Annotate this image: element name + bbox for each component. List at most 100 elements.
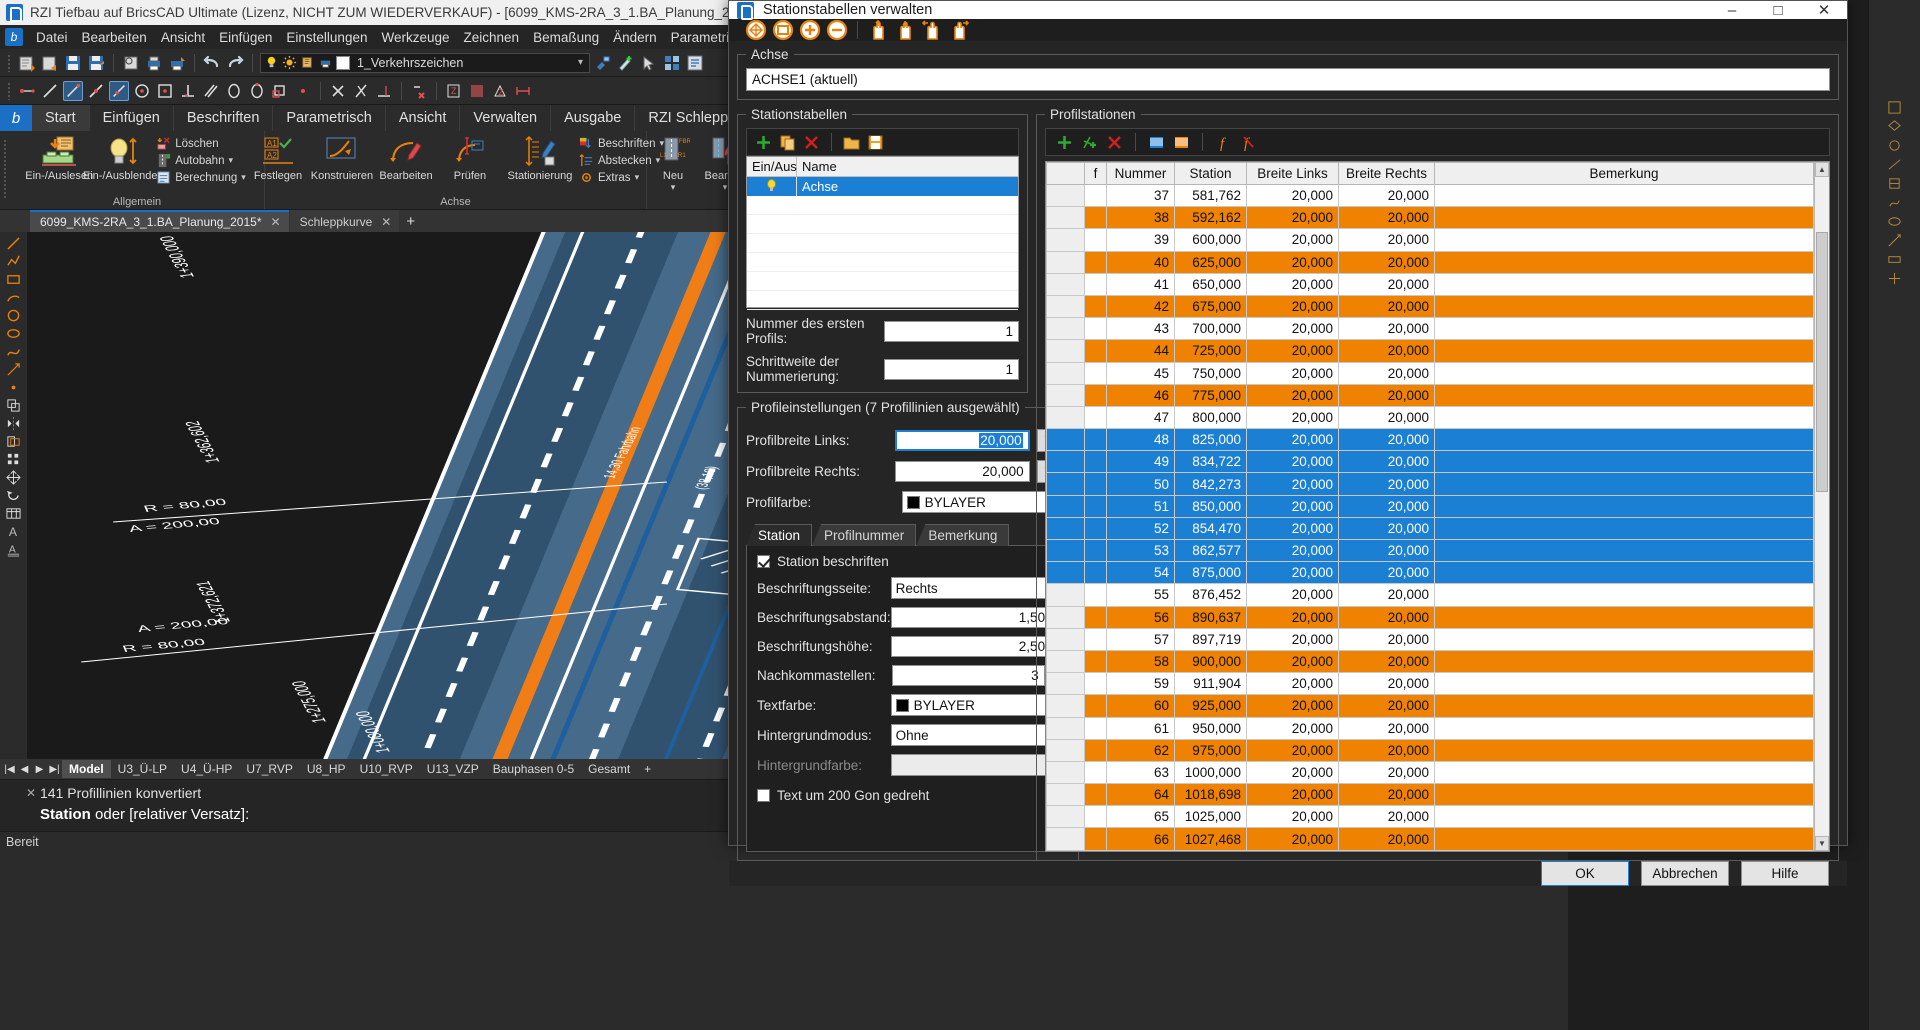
tab-bemerkung[interactable]: Bemerkung bbox=[916, 524, 1010, 546]
cell-breite-rechts[interactable]: 20,000 bbox=[1338, 339, 1435, 363]
delete-icon[interactable] bbox=[803, 134, 820, 151]
column-header-nummer[interactable]: Nummer bbox=[1106, 162, 1175, 185]
table-row[interactable]: 53 862,577 20,000 20,000 bbox=[1046, 538, 1814, 563]
row-selector-cell[interactable] bbox=[1046, 405, 1085, 430]
row-selector-cell[interactable] bbox=[1046, 716, 1085, 740]
tab-station[interactable]: Station bbox=[746, 524, 813, 546]
cell-station[interactable]: 775,000 bbox=[1174, 383, 1247, 407]
cell-nummer[interactable]: 38 bbox=[1106, 206, 1175, 230]
table-tool-icon[interactable] bbox=[6, 506, 21, 521]
cell-station[interactable]: 800,000 bbox=[1174, 405, 1247, 430]
lightbulb-icon[interactable] bbox=[264, 55, 279, 70]
match-properties-icon[interactable] bbox=[593, 53, 613, 73]
menu-item-datei[interactable]: Datei bbox=[29, 27, 75, 48]
ribbon-tab-ansicht[interactable]: Ansicht bbox=[386, 105, 461, 131]
layer-freeze-icon[interactable] bbox=[300, 55, 315, 70]
row-selector-cell[interactable] bbox=[1046, 494, 1085, 518]
cell-station[interactable]: 592,162 bbox=[1174, 206, 1247, 230]
scroll-down-icon[interactable]: ▼ bbox=[1815, 835, 1829, 851]
cell-bemerkung[interactable] bbox=[1434, 339, 1814, 363]
profilbreite-links-input[interactable]: 20,000 bbox=[894, 430, 1030, 451]
cell-breite-links[interactable]: 20,000 bbox=[1246, 694, 1339, 718]
cell-bemerkung[interactable] bbox=[1434, 805, 1814, 829]
layout-tab-bauphasen[interactable]: Bauphasen 0-5 bbox=[486, 760, 581, 778]
cell-bemerkung[interactable] bbox=[1434, 627, 1814, 651]
row-selector-cell[interactable] bbox=[1046, 450, 1085, 474]
ribbon-tab-start[interactable]: Start bbox=[32, 105, 90, 131]
row-selector-cell[interactable] bbox=[1046, 583, 1085, 607]
cell-f[interactable] bbox=[1084, 561, 1107, 585]
cell-nummer[interactable]: 60 bbox=[1106, 694, 1175, 718]
ribbon-button-loeschen[interactable]: Löschen bbox=[156, 136, 246, 151]
cell-f[interactable] bbox=[1084, 383, 1107, 407]
cell-breite-links[interactable]: 20,000 bbox=[1246, 672, 1339, 696]
cell-breite-links[interactable]: 20,000 bbox=[1246, 250, 1339, 274]
perpendicular-icon[interactable] bbox=[178, 81, 198, 101]
dock-icon-8[interactable] bbox=[1887, 233, 1902, 248]
menu-item-bemassung[interactable]: Bemaßung bbox=[526, 27, 606, 48]
cell-breite-rechts[interactable]: 20,000 bbox=[1338, 516, 1435, 541]
cell-breite-rechts[interactable]: 20,000 bbox=[1338, 228, 1435, 252]
cell-breite-rechts[interactable]: 20,000 bbox=[1338, 738, 1435, 762]
cell-bemerkung[interactable] bbox=[1434, 783, 1814, 807]
layer-color-swatch[interactable] bbox=[336, 55, 350, 70]
cell-breite-links[interactable]: 20,000 bbox=[1246, 783, 1339, 807]
row-selector-cell[interactable] bbox=[1046, 228, 1085, 252]
cell-f[interactable] bbox=[1084, 317, 1107, 341]
row-selector-cell[interactable] bbox=[1046, 516, 1085, 541]
cell-nummer[interactable]: 44 bbox=[1106, 339, 1175, 363]
table-row[interactable]: 38 592,162 20,000 20,000 bbox=[1046, 206, 1814, 230]
cell-f[interactable] bbox=[1084, 827, 1107, 851]
dock-icon-6[interactable] bbox=[1887, 195, 1902, 210]
layout-tab-u10[interactable]: U10_RVP bbox=[353, 760, 420, 778]
cell-f[interactable] bbox=[1084, 339, 1107, 363]
table-row[interactable]: 50 842,273 20,000 20,000 bbox=[1046, 472, 1814, 496]
cell-station[interactable]: 1025,000 bbox=[1174, 805, 1247, 829]
cell-breite-links[interactable]: 20,000 bbox=[1246, 450, 1339, 474]
cell-breite-rechts[interactable]: 20,000 bbox=[1338, 649, 1435, 674]
achse-value-field[interactable]: ACHSE1 (aktuell) bbox=[746, 68, 1830, 91]
insert-snap-icon[interactable] bbox=[270, 81, 290, 101]
cell-f[interactable] bbox=[1084, 694, 1107, 718]
dimension-icon[interactable] bbox=[513, 81, 533, 101]
no-snap-icon[interactable] bbox=[351, 81, 371, 101]
cell-breite-links[interactable]: 20,000 bbox=[1246, 383, 1339, 407]
table-row[interactable]: 59 911,904 20,000 20,000 bbox=[1046, 672, 1814, 696]
cell-breite-rechts[interactable]: 20,000 bbox=[1338, 583, 1435, 607]
orange-select-icon[interactable] bbox=[1173, 134, 1190, 151]
zoom-window-icon[interactable] bbox=[772, 19, 794, 41]
cell-breite-rechts[interactable]: 20,000 bbox=[1338, 361, 1435, 385]
row-selector-cell[interactable] bbox=[1046, 538, 1085, 563]
cell-nummer[interactable]: 40 bbox=[1106, 250, 1175, 274]
row-selector-cell[interactable] bbox=[1046, 472, 1085, 496]
row-selector-cell[interactable] bbox=[1046, 694, 1085, 718]
f-strike-icon[interactable]: f bbox=[1240, 134, 1257, 151]
ribbon-button-neu[interactable]: FBR L1 R1 Neu ▾ bbox=[648, 133, 698, 193]
table-row[interactable]: 54 875,000 20,000 20,000 bbox=[1046, 561, 1814, 585]
cell-breite-rechts[interactable]: 20,000 bbox=[1338, 405, 1435, 430]
cell-breite-rechts[interactable]: 20,000 bbox=[1338, 428, 1435, 452]
cell-bemerkung[interactable] bbox=[1434, 738, 1814, 762]
cell-breite-rechts[interactable]: 20,000 bbox=[1338, 805, 1435, 829]
point-line-icon[interactable] bbox=[17, 81, 37, 101]
cell-breite-links[interactable]: 20,000 bbox=[1246, 627, 1339, 651]
open-icon[interactable] bbox=[843, 134, 860, 151]
toolbar-grip[interactable] bbox=[7, 81, 11, 100]
cell-breite-links[interactable]: 20,000 bbox=[1246, 516, 1339, 541]
cell-f[interactable] bbox=[1084, 428, 1107, 452]
table-row[interactable]: 56 890,637 20,000 20,000 bbox=[1046, 605, 1814, 629]
beschriftungsabstand-input[interactable]: 1,500 bbox=[890, 607, 1059, 628]
beschriftungsseite-select[interactable]: Rechts ⌄ bbox=[890, 577, 1059, 599]
cell-station[interactable]: 950,000 bbox=[1174, 716, 1247, 740]
plot-icon[interactable] bbox=[167, 53, 187, 73]
table-row[interactable]: 47 800,000 20,000 20,000 bbox=[1046, 405, 1814, 430]
row-selector-cell[interactable] bbox=[1046, 317, 1085, 341]
dock-icon-1[interactable] bbox=[1887, 100, 1902, 115]
cell-f[interactable] bbox=[1084, 206, 1107, 230]
table-row[interactable]: 48 825,000 20,000 20,000 bbox=[1046, 428, 1814, 452]
open-icon[interactable] bbox=[17, 53, 37, 73]
maximize-button[interactable]: □ bbox=[1755, 1, 1801, 19]
mirror-tool-icon[interactable] bbox=[6, 416, 21, 431]
cell-breite-links[interactable]: 20,000 bbox=[1246, 716, 1339, 740]
menu-item-einfuegen[interactable]: Einfügen bbox=[212, 27, 279, 48]
